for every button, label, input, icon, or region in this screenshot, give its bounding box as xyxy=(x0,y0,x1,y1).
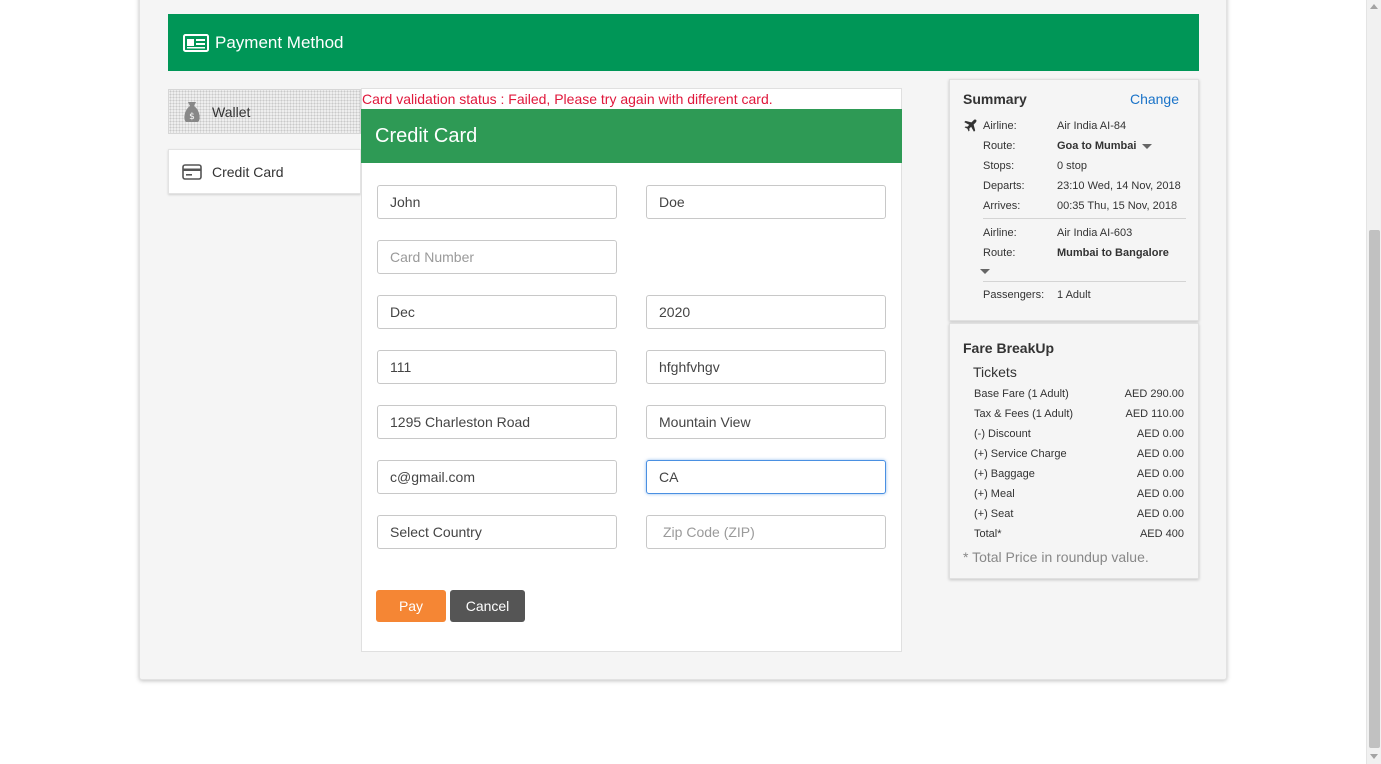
fare-row: (+) Baggage AED 0.00 xyxy=(974,468,1184,480)
fare-title: Fare BreakUp xyxy=(963,340,1055,356)
route-value: Mumbai to Bangalore xyxy=(1057,247,1169,259)
last-name-input[interactable]: Doe xyxy=(646,185,886,219)
scroll-down-icon[interactable] xyxy=(1370,754,1378,759)
fare-row: (+) Service Charge AED 0.00 xyxy=(974,448,1184,460)
cvv-input[interactable]: 111 xyxy=(377,350,617,384)
fare-label: Tax & Fees (1 Adult) xyxy=(974,408,1074,420)
fare-value: AED 290.00 xyxy=(1124,388,1184,400)
payment-method-header: Payment Method xyxy=(168,14,1199,71)
fare-value: AED 110.00 xyxy=(1125,408,1184,420)
svg-text:$: $ xyxy=(189,112,195,122)
fare-value: AED 0.00 xyxy=(1136,508,1184,520)
fare-label: Total* xyxy=(974,528,1002,540)
fare-row: (-) Discount AED 0.00 xyxy=(974,428,1184,440)
card-id-icon xyxy=(183,33,209,52)
change-link[interactable]: Change xyxy=(1130,91,1179,107)
name-on-card-input[interactable]: hfghfvhgv xyxy=(646,350,886,384)
first-name-input[interactable]: John xyxy=(377,185,617,219)
scroll-up-icon[interactable] xyxy=(1370,4,1378,9)
card-validation-error: Card validation status : Failed, Please … xyxy=(362,91,773,107)
state-input[interactable]: CA xyxy=(646,460,886,494)
route-label: Route: xyxy=(983,140,1016,152)
route-label: Route: xyxy=(983,247,1016,259)
passengers-label: Passengers: xyxy=(983,289,1045,301)
airline-value: Air India AI-603 xyxy=(1057,227,1133,239)
tab-credit-card-label: Credit Card xyxy=(212,163,284,180)
fare-label: (+) Baggage xyxy=(974,468,1035,480)
credit-card-icon xyxy=(181,161,203,183)
fare-value: AED 0.00 xyxy=(1136,428,1184,440)
scrollbar[interactable] xyxy=(1366,0,1381,764)
summary-title: Summary xyxy=(963,91,1027,107)
airplane-icon xyxy=(963,118,978,133)
stops-label: Stops: xyxy=(983,160,1015,172)
chevron-down-icon[interactable] xyxy=(1142,143,1153,149)
fare-value: AED 0.00 xyxy=(1136,488,1184,500)
fare-value: AED 0.00 xyxy=(1136,468,1184,480)
page-title: Payment Method xyxy=(215,32,344,52)
city-input[interactable]: Mountain View xyxy=(646,405,886,439)
tab-credit-card[interactable]: Credit Card xyxy=(168,149,361,194)
airline-value: Air India AI-84 xyxy=(1057,120,1127,132)
fare-label: (+) Meal xyxy=(974,488,1015,500)
fare-row: (+) Seat AED 0.00 xyxy=(974,508,1184,520)
summary-panel: Summary Change Airline: Air India AI-84 … xyxy=(949,79,1199,321)
fare-row: (+) Meal AED 0.00 xyxy=(974,488,1184,500)
fare-value: AED 0.00 xyxy=(1136,448,1184,460)
cancel-button[interactable]: Cancel xyxy=(450,590,525,622)
fare-row: Tax & Fees (1 Adult) AED 110.00 xyxy=(974,408,1184,420)
fare-subtitle: Tickets xyxy=(973,364,1017,380)
fare-label: (-) Discount xyxy=(974,428,1031,440)
airline-label: Airline: xyxy=(983,227,1017,239)
departs-value: 23:10 Wed, 14 Nov, 2018 xyxy=(1057,180,1181,192)
fare-label: Base Fare (1 Adult) xyxy=(974,388,1069,400)
route-text: Goa to Mumbai xyxy=(1057,140,1137,152)
fare-label: (+) Service Charge xyxy=(974,448,1067,460)
tab-wallet[interactable]: $ Wallet xyxy=(168,89,361,134)
airline-label: Airline: xyxy=(983,120,1017,132)
fare-note: * Total Price in roundup value. xyxy=(963,549,1149,565)
route-expand[interactable] xyxy=(980,265,990,277)
country-select[interactable]: Select Country xyxy=(377,515,617,549)
fare-row: Base Fare (1 Adult) AED 290.00 xyxy=(974,388,1184,400)
fare-breakup-panel: Fare BreakUp Tickets Base Fare (1 Adult)… xyxy=(949,323,1199,579)
money-bag-icon: $ xyxy=(181,101,203,123)
stops-value: 0 stop xyxy=(1057,160,1087,172)
email-input[interactable]: c@gmail.com xyxy=(377,460,617,494)
expiry-month-select[interactable]: Dec xyxy=(377,295,617,329)
arrives-value: 00:35 Thu, 15 Nov, 2018 xyxy=(1057,200,1178,212)
divider xyxy=(983,281,1186,282)
pay-button[interactable]: Pay xyxy=(376,590,446,622)
scroll-thumb[interactable] xyxy=(1369,230,1380,748)
tab-wallet-label: Wallet xyxy=(212,103,251,120)
chevron-down-icon[interactable] xyxy=(980,268,990,274)
divider xyxy=(983,218,1186,219)
zip-code-input[interactable]: Zip Code (ZIP) xyxy=(646,515,886,549)
fare-value: AED 400 xyxy=(1139,528,1184,540)
passengers-value: 1 Adult xyxy=(1057,289,1091,301)
page: Payment Method $ Wallet Credit Card Card… xyxy=(0,0,1381,764)
card-number-input[interactable]: Card Number xyxy=(377,240,617,274)
fare-label: (+) Seat xyxy=(974,508,1014,520)
fare-total-row: Total* AED 400 xyxy=(974,528,1184,540)
arrives-label: Arrives: xyxy=(983,200,1021,212)
route-value: Goa to Mumbai xyxy=(1057,140,1153,152)
credit-card-title: Credit Card xyxy=(361,109,902,163)
address-input[interactable]: 1295 Charleston Road xyxy=(377,405,617,439)
expiry-year-select[interactable]: 2020 xyxy=(646,295,886,329)
departs-label: Departs: xyxy=(983,180,1025,192)
